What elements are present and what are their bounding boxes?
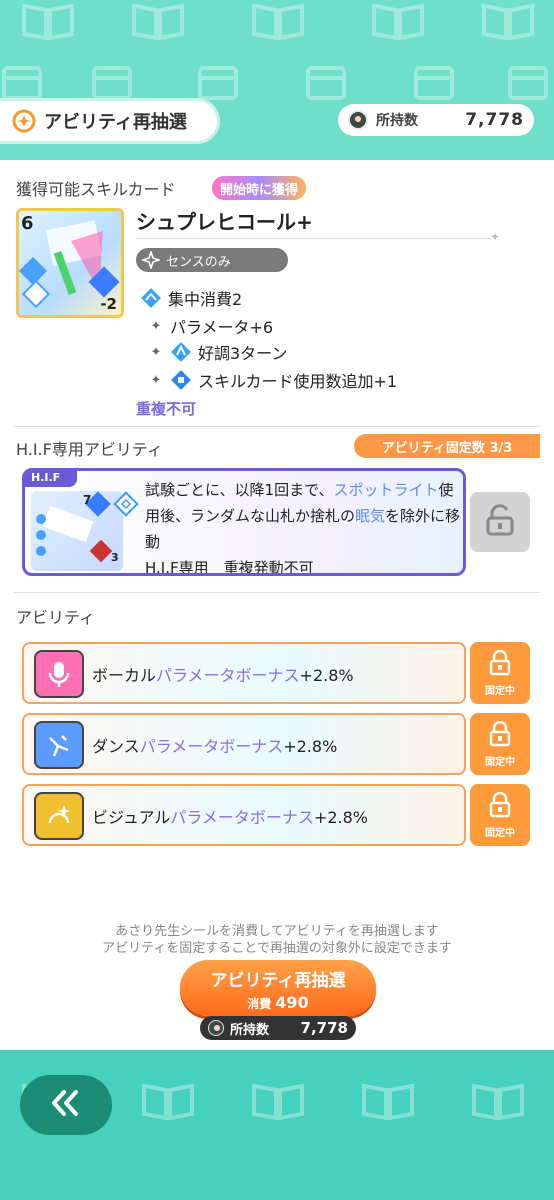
unlocked-icon [486,504,514,540]
ability-row-vocal[interactable]: ボーカルパラメータボーナス+2.8% [22,642,466,704]
skill-card-image[interactable]: 6 -2 [16,208,124,318]
ability-text: ビジュアルパラメータボーナス+2.8% [92,808,368,827]
hif-tag: H.I.F [25,471,77,487]
restriction-label: センスのみ [166,254,231,270]
reroll-cost: 消費 490 [247,993,309,1012]
sticker-avatar-icon [208,1020,224,1036]
calendar-icon [506,62,550,102]
fixed-button-vocal[interactable]: 固定中 [470,642,530,704]
reroll-button[interactable]: アビリティ再抽選 消費 490 [180,960,376,1016]
plus-icon: ✦ [150,344,162,360]
restriction-pill: センスのみ [136,248,288,272]
hif-thumb-number: 7 [83,493,92,507]
owned-count-footer: 所持数 7,778 [200,1016,356,1040]
back-button[interactable] [20,1075,112,1135]
plus-icon: ✦ [150,318,162,334]
book-icon [140,1080,196,1120]
reroll-button-label: アビリティ再抽選 [210,971,346,991]
card-cost: 6 [21,213,34,234]
lock-icon [489,720,511,751]
visual-icon [34,792,84,840]
book-icon [480,0,536,40]
ability-row-dance[interactable]: ダンスパラメータボーナス+2.8% [22,713,466,775]
skill-card-name: シュプレヒコール+ [136,210,313,234]
hif-unlock-button[interactable] [470,492,530,552]
calendar-icon [412,62,456,102]
hif-thumbnail: 7 3 [31,491,123,571]
screen-title: アビリティ再抽選 [44,112,187,133]
plus-icon: ✦ [150,372,162,388]
no-duplicate-label: 重複不可 [136,400,197,418]
sense-icon [140,249,162,271]
calendar-icon [90,62,134,102]
book-icon [250,0,306,40]
book-icon [470,1080,526,1120]
ability-text: ダンスパラメータボーナス+2.8% [92,737,338,756]
book-icon [370,0,426,40]
card-use-icon [170,369,192,391]
effect-parameter: ✦ パラメータ+6 [150,318,274,337]
owned-count-pill: 所持数 7,778 [338,104,534,136]
hif-thumb-sub: 3 [111,551,119,564]
card-modifier: -2 [100,295,117,313]
screen-title-pill: アビリティ再抽選 [0,98,220,144]
reroll-icon [12,109,36,133]
vocal-icon [34,650,84,698]
double-chevron-left-icon [48,1088,84,1122]
book-icon [360,1080,416,1120]
skill-name-divider [136,238,492,239]
start-obtain-badge: 開始時に獲得 [212,176,307,200]
fixed-count-badge: アビリティ固定数 3/3 [354,434,540,458]
sparkle-icon: ✦ [490,230,501,244]
effect-card-use: ✦ スキルカード使用数追加+1 [150,368,397,392]
calendar-icon [304,62,348,102]
ability-text: ボーカルパラメータボーナス+2.8% [92,666,354,685]
owned-label: 所持数 [376,113,418,129]
sticker-avatar-icon [348,110,368,130]
lock-icon [489,791,511,822]
effect-good-condition: ✦ 好調3ターン [150,340,287,364]
section-divider [14,426,540,427]
book-icon [20,0,76,40]
lock-icon [489,649,511,680]
owned-value: 7,778 [465,110,524,130]
ability-row-visual[interactable]: ビジュアルパラメータボーナス+2.8% [22,784,466,846]
note-line-2: アビリティを固定することで再抽選の対象外に設定できます [102,941,452,956]
calendar-icon [196,62,240,102]
book-icon [250,1080,306,1120]
hif-diamond-icon [113,491,139,521]
fixed-button-dance[interactable]: 固定中 [470,713,530,775]
hif-section-title: H.I.F専用アビリティ [16,440,163,459]
ability-section-title: アビリティ [16,608,96,627]
calendar-icon [0,62,44,102]
skill-card-section-title: 獲得可能スキルカード [16,180,176,199]
hif-description: 試験ごとに、以降1回まで、スポットライト使用後、ランダムな山札か捨札の眠気を除外… [145,481,461,576]
hif-ability-card[interactable]: H.I.F 7 3 試験ごとに、以降1回まで、スポットライト使用後、ランダムな山… [22,468,466,576]
book-icon [130,0,186,40]
section-divider [14,592,540,593]
effect-focus-cost: 集中消費2 [140,286,242,310]
dance-icon [34,721,84,769]
focus-cost-icon [140,287,162,309]
fixed-button-visual[interactable]: 固定中 [470,784,530,846]
good-condition-icon [170,341,192,363]
